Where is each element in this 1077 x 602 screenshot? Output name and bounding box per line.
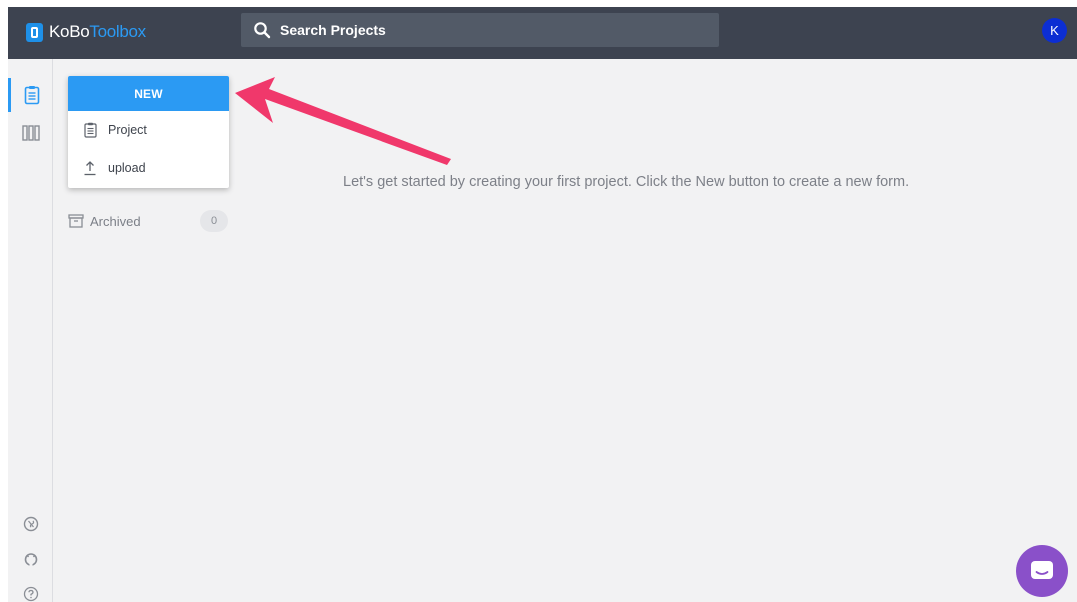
rail-item-projects[interactable] <box>8 78 53 112</box>
support-icon <box>23 516 38 532</box>
chat-icon <box>1031 561 1053 579</box>
sidebar-item-archived[interactable]: Archived 0 <box>68 209 228 233</box>
clipboard-icon <box>24 86 40 105</box>
rail-item-support[interactable] <box>8 507 53 541</box>
help-icon <box>23 586 38 602</box>
logo-text: KoBoToolbox <box>49 22 146 42</box>
search-input[interactable] <box>280 22 700 38</box>
search-icon <box>254 22 271 39</box>
new-dropdown-menu: NEW Project upload <box>68 76 229 188</box>
library-icon <box>21 125 40 141</box>
annotation-arrow-icon <box>235 77 451 165</box>
logo-icon <box>26 22 43 42</box>
menu-item-label: Project <box>108 123 147 137</box>
app-window: KoBoToolbox K <box>8 7 1077 602</box>
menu-item-project[interactable]: Project <box>68 111 229 149</box>
chat-launcher[interactable] <box>1016 545 1068 597</box>
logo-text-kobo: KoBo <box>49 22 90 41</box>
menu-item-upload[interactable]: upload <box>68 149 229 187</box>
avatar[interactable]: K <box>1042 18 1067 43</box>
clipboard-icon <box>83 122 97 138</box>
upload-icon <box>84 161 96 176</box>
new-button[interactable]: NEW <box>68 76 229 111</box>
rail-item-github[interactable] <box>8 542 53 576</box>
menu-item-label: upload <box>108 161 146 175</box>
left-rail <box>8 59 53 602</box>
logo-text-toolbox: Toolbox <box>89 22 146 41</box>
search-bar[interactable] <box>241 13 719 47</box>
logo[interactable]: KoBoToolbox <box>26 20 146 44</box>
github-icon <box>24 553 37 566</box>
archive-icon <box>68 214 84 228</box>
sidebar-item-label: Archived <box>90 213 141 229</box>
rail-item-library[interactable] <box>8 116 53 150</box>
top-bar: KoBoToolbox K <box>8 7 1077 59</box>
archived-count-badge: 0 <box>200 210 228 232</box>
rail-item-help[interactable] <box>8 577 53 602</box>
empty-state-message: Let's get started by creating your first… <box>343 174 910 190</box>
